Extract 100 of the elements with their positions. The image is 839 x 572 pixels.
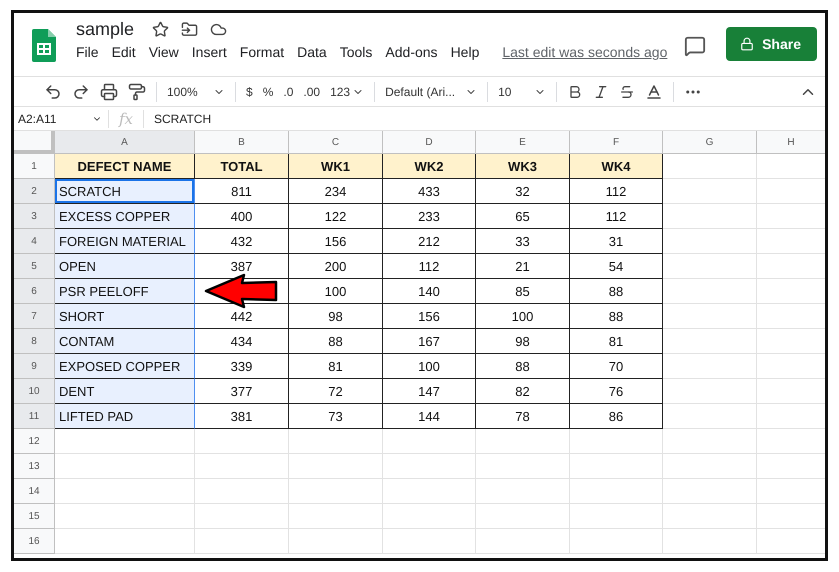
- table-cell: 112: [383, 254, 476, 279]
- row-header[interactable]: 16: [14, 529, 55, 554]
- column-title-cell: WK4: [570, 154, 663, 179]
- number-format-dropdown[interactable]: 123: [330, 84, 350, 98]
- table-cell: 156: [383, 304, 476, 329]
- table-cell: 88: [476, 354, 570, 379]
- table-cell: DENT: [55, 379, 195, 404]
- font-size-dropdown[interactable]: 10: [498, 84, 532, 98]
- row-header[interactable]: 7: [14, 304, 55, 329]
- column-header[interactable]: E: [476, 131, 570, 154]
- column-title-cell: WK1: [289, 154, 383, 179]
- table-cell: 112: [570, 179, 663, 204]
- table-cell: EXCESS COPPER: [55, 204, 195, 229]
- redo-icon[interactable]: [72, 82, 90, 100]
- column-header[interactable]: F: [570, 131, 663, 154]
- table-cell: 144: [383, 404, 476, 429]
- row-header[interactable]: 2: [14, 179, 55, 204]
- table-cell: 100: [383, 354, 476, 379]
- table-cell: 233: [383, 204, 476, 229]
- cloud-icon[interactable]: [210, 21, 228, 38]
- strikethrough-icon[interactable]: [619, 84, 636, 100]
- table-cell: LIFTED PAD: [55, 404, 195, 429]
- column-title-cell: WK2: [383, 154, 476, 179]
- spreadsheet-logo-icon[interactable]: [32, 29, 56, 62]
- table-cell: FOREIGN MATERIAL: [55, 229, 195, 254]
- column-header[interactable]: B: [195, 131, 289, 154]
- italic-icon[interactable]: [593, 84, 610, 100]
- share-button[interactable]: Share: [726, 27, 817, 61]
- row-header[interactable]: 11: [14, 404, 55, 429]
- column-title-cell: DEFECT NAME: [55, 154, 195, 179]
- menu-item[interactable]: Help: [450, 42, 486, 62]
- row-header[interactable]: 1: [14, 154, 55, 179]
- row-header[interactable]: 4: [14, 229, 55, 254]
- table-cell: 147: [383, 379, 476, 404]
- print-icon[interactable]: [100, 82, 118, 100]
- percent-format-button[interactable]: %: [262, 84, 274, 98]
- table-cell: PSR PEELOFF: [55, 279, 195, 304]
- increase-decimal-button[interactable]: .00: [303, 84, 320, 98]
- table-cell: 234: [289, 179, 383, 204]
- paint-format-icon[interactable]: [128, 82, 146, 100]
- table-cell: 434: [195, 329, 289, 354]
- table-cell: 156: [289, 229, 383, 254]
- table-cell: 167: [383, 329, 476, 354]
- row-header[interactable]: 10: [14, 379, 55, 404]
- table-cell: 65: [476, 204, 570, 229]
- row-header[interactable]: 5: [14, 254, 55, 279]
- table-cell: 72: [289, 379, 383, 404]
- table-cell: 33: [476, 229, 570, 254]
- last-edit-link[interactable]: Last edit was seconds ago: [502, 44, 668, 60]
- menu-item[interactable]: File: [76, 42, 105, 62]
- row-header[interactable]: 6: [14, 279, 55, 304]
- table-cell: CONTAM: [55, 329, 195, 354]
- star-icon[interactable]: [152, 21, 170, 38]
- formula-field[interactable]: SCRATCH: [144, 112, 212, 126]
- arrow-annotation-icon: [204, 273, 278, 309]
- table-cell: 81: [289, 354, 383, 379]
- name-box[interactable]: A2:A11: [14, 112, 108, 126]
- menu-item[interactable]: Tools: [340, 42, 378, 62]
- row-header[interactable]: 12: [14, 429, 55, 454]
- row-header[interactable]: 9: [14, 354, 55, 379]
- undo-icon[interactable]: [44, 82, 62, 100]
- menu-item[interactable]: Add-ons: [385, 42, 444, 62]
- menu-item[interactable]: Edit: [112, 42, 142, 62]
- column-header[interactable]: C: [289, 131, 383, 154]
- currency-format-button[interactable]: $: [246, 84, 253, 98]
- menu-item[interactable]: Insert: [192, 42, 233, 62]
- table-cell: 86: [570, 404, 663, 429]
- table-cell: 381: [195, 404, 289, 429]
- column-header[interactable]: G: [663, 131, 757, 154]
- document-title[interactable]: sample: [76, 19, 134, 40]
- table-cell: 98: [289, 304, 383, 329]
- table-cell: 54: [570, 254, 663, 279]
- column-title-cell: TOTAL: [195, 154, 289, 179]
- row-header[interactable]: 14: [14, 479, 55, 504]
- table-cell: 98: [476, 329, 570, 354]
- table-cell: 100: [476, 304, 570, 329]
- column-header[interactable]: D: [383, 131, 476, 154]
- column-header[interactable]: A: [55, 131, 195, 154]
- row-header[interactable]: 8: [14, 329, 55, 354]
- column-header[interactable]: H: [757, 131, 825, 154]
- function-label: fx: [108, 110, 144, 128]
- zoom-dropdown[interactable]: 100%: [167, 84, 211, 98]
- text-color-icon[interactable]: [645, 82, 664, 100]
- row-header[interactable]: 13: [14, 454, 55, 479]
- table-cell: 76: [570, 379, 663, 404]
- menu-item[interactable]: View: [148, 42, 185, 62]
- table-cell: 88: [570, 279, 663, 304]
- table-cell: 73: [289, 404, 383, 429]
- menu-item[interactable]: Data: [297, 42, 333, 62]
- table-cell: 432: [195, 229, 289, 254]
- row-header[interactable]: 3: [14, 204, 55, 229]
- table-cell: 85: [476, 279, 570, 304]
- row-header[interactable]: 15: [14, 504, 55, 529]
- move-folder-icon[interactable]: [181, 21, 198, 38]
- decrease-decimal-button[interactable]: .0: [283, 84, 294, 98]
- font-dropdown[interactable]: Default (Ari...: [385, 84, 464, 98]
- menu-item[interactable]: Format: [240, 42, 290, 62]
- comment-icon[interactable]: [684, 35, 706, 57]
- table-cell: 112: [570, 204, 663, 229]
- table-cell: 78: [476, 404, 570, 429]
